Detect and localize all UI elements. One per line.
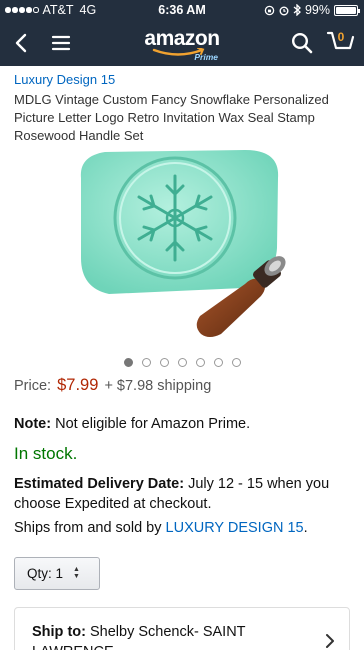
- battery-icon: [334, 4, 360, 16]
- back-button[interactable]: [6, 28, 36, 58]
- price-value: $7.99: [57, 376, 99, 394]
- menu-button[interactable]: [46, 28, 76, 58]
- image-dot[interactable]: [141, 358, 151, 367]
- cart-button[interactable]: 0: [324, 28, 358, 58]
- chevron-left-icon: [15, 33, 27, 53]
- wax-seal-image: [80, 150, 286, 337]
- ship-to-card[interactable]: Ship to: Shelby Schenck- SAINT LAWRENCE: [14, 607, 350, 650]
- updown-arrows-icon: ▲ ▼: [73, 566, 80, 580]
- note-text: Not eligible for Amazon Prime.: [55, 416, 251, 432]
- bluetooth-icon: [293, 4, 301, 16]
- seller-link[interactable]: LUXURY DESIGN 15: [166, 520, 304, 536]
- image-dot[interactable]: [213, 358, 223, 367]
- status-right: 99%: [264, 3, 360, 17]
- delivery-estimate: Estimated Delivery Date: July 12 - 15 wh…: [14, 474, 354, 514]
- shipping-cost: + $7.98 shipping: [104, 378, 212, 394]
- battery-fill: [336, 6, 356, 14]
- price-row: Price: $7.99 + $7.98 shipping: [14, 376, 211, 395]
- rotation-lock-icon: [264, 5, 275, 15]
- search-button[interactable]: [287, 28, 317, 58]
- image-pagination: [0, 358, 364, 367]
- stock-status: In stock.: [14, 444, 78, 463]
- battery-percent: 99%: [304, 3, 330, 17]
- qty-label: Qty:: [27, 566, 52, 581]
- product-image[interactable]: [75, 148, 295, 348]
- alarm-icon: [279, 6, 289, 15]
- ship-to-label: Ship to:: [32, 624, 86, 640]
- product-title: MDLG Vintage Custom Fancy Snowflake Pers…: [14, 92, 329, 143]
- prime-note: Note: Not eligible for Amazon Prime.: [14, 416, 250, 432]
- search-icon: [291, 32, 313, 54]
- hamburger-menu-icon: [51, 35, 71, 51]
- status-bar: AT&T 4G 6:36 AM 99%: [0, 0, 364, 20]
- delivery-label: Estimated Delivery Date:: [14, 476, 185, 492]
- amazon-logo[interactable]: amazon Prime: [142, 27, 222, 63]
- ships-text: Ships from and sold by: [14, 520, 162, 536]
- logo-text: amazon: [144, 27, 220, 50]
- nav-bar: amazon Prime 0: [0, 20, 364, 66]
- image-dot[interactable]: [159, 358, 169, 367]
- image-dot[interactable]: [123, 358, 133, 367]
- ships-end: .: [303, 520, 308, 536]
- brand-link[interactable]: Luxury Design 15: [14, 72, 115, 87]
- seller-info: Ships from and sold by LUXURY DESIGN 15.: [14, 520, 308, 536]
- quantity-select[interactable]: Qty: 1 ▲ ▼: [14, 557, 100, 590]
- qty-value: 1: [55, 566, 64, 581]
- price-label: Price:: [14, 378, 52, 394]
- note-label: Note:: [14, 416, 52, 432]
- cart-count: 0: [337, 30, 345, 44]
- image-dot[interactable]: [195, 358, 205, 367]
- image-dot[interactable]: [231, 358, 241, 367]
- chevron-right-icon: [326, 634, 334, 648]
- logo-prime-label: Prime: [194, 52, 218, 62]
- image-dot[interactable]: [177, 358, 187, 367]
